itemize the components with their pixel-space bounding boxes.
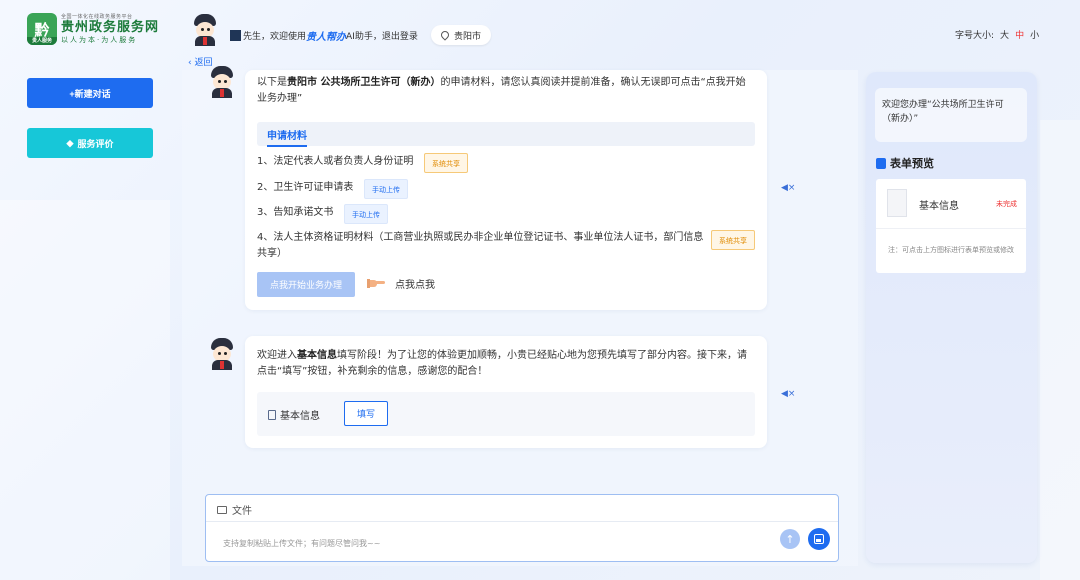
material-item: 2、卫生许可证申请表 <box>257 182 354 193</box>
arrow-up-icon: ↑ <box>785 532 795 546</box>
form-preview-item[interactable]: 基本信息 未完成 <box>876 179 1026 229</box>
logo-text: 全国一体化在线政务服务平台 贵州政务服务网 以人为本·为人服务 <box>61 13 159 45</box>
assistant-message: 以下是贵阳市 公共场所卫生许可（新办）的申请材料，请您认真阅读并提前准备，确认无… <box>245 70 767 310</box>
logo-slogan: 以人为本·为人服务 <box>61 36 138 44</box>
logo-title: 贵州政务服务网 <box>61 20 160 35</box>
chat-input[interactable]: 支持复制粘贴上传文件；有问题尽管问我~~ <box>223 538 380 549</box>
form-item-row: 基本信息 填写 <box>257 392 755 436</box>
form-item-name: 基本信息 <box>919 201 959 212</box>
document-thumbnail-icon <box>887 189 907 217</box>
assistant-avatar <box>191 14 219 46</box>
site-logo[interactable]: 黔 贵人服务 全国一体化在线政务服务平台 贵州政务服务网 以人为本·为人服务 <box>27 13 159 45</box>
pointing-hand-icon <box>367 279 385 288</box>
greeting-pre: 先生，欢迎使用 <box>243 32 307 42</box>
document-icon <box>268 409 276 420</box>
logo-emblem-strip: 贵人服务 <box>27 37 57 45</box>
click-me-label: 点我点我 <box>395 280 435 291</box>
file-upload-label: 文件 <box>232 506 252 517</box>
folder-icon <box>217 505 227 514</box>
material-item: 3、告知承诺文书 <box>257 207 334 218</box>
save-icon <box>814 534 824 544</box>
location-selector[interactable]: 贵阳市 <box>431 25 492 45</box>
form-item-label: 基本信息 <box>268 407 320 422</box>
material-tag: 手动上传 <box>364 179 408 199</box>
chevron-left-icon: ‹ <box>188 58 192 68</box>
assistant-avatar <box>208 66 236 98</box>
location-pin-icon <box>439 29 451 41</box>
font-size-medium[interactable]: 中 <box>1015 28 1024 41</box>
rating-icon: ◆ <box>66 137 74 148</box>
greeting-post[interactable]: AI助手，退出登录 <box>346 29 418 42</box>
form-preview-title: 表单预览 <box>876 155 934 171</box>
input-toolbar: 文件 <box>206 495 838 522</box>
assistant-avatar <box>208 338 236 370</box>
font-size-large[interactable]: 大 <box>1000 28 1009 41</box>
file-upload-button[interactable]: 文件 <box>217 502 252 517</box>
location-label: 贵阳市 <box>454 31 482 42</box>
logo-sub: 全国一体化在线政务服务平台 <box>61 14 133 20</box>
form-preview-hint: 注：可点击上方图标进行表单预览或修改 <box>888 246 1014 254</box>
message-text: 欢迎进入基本信息填写阶段！为了让您的体验更加顺畅，小贵已经贴心地为您预先填写了部… <box>257 350 747 377</box>
greeting: 先生，欢迎使用 贵人帮办 AI助手，退出登录 <box>230 28 418 43</box>
form-preview-icon <box>876 157 886 169</box>
message-intro: 以下是贵阳市 公共场所卫生许可（新办）的申请材料，请您认真阅读并提前准备，确认无… <box>257 77 746 104</box>
logo-emblem: 黔 贵人服务 <box>27 13 57 45</box>
material-tag: 系统共享 <box>711 230 755 250</box>
header: 黔 贵人服务 全国一体化在线政务服务平台 贵州政务服务网 以人为本·为人服务 先… <box>0 0 1080 70</box>
send-button[interactable]: ↑ <box>780 529 800 549</box>
service-rating-button[interactable]: ◆ 服务评价 <box>27 128 153 158</box>
notice-card: 欢迎您办理“公共场所卫生许可（新办）” <box>875 88 1027 142</box>
user-name-redacted <box>230 30 241 41</box>
background-decoration <box>1040 120 1080 580</box>
material-tag: 手动上传 <box>344 204 388 224</box>
font-size-label: 字号大小: <box>955 31 995 41</box>
material-item: 4、法人主体资格证明材料（工商营业执照或民办非企业单位登记证书、事业单位法人证书… <box>257 232 704 259</box>
fill-form-button[interactable]: 填写 <box>344 401 388 426</box>
brand-name: 贵人帮办 <box>306 32 347 43</box>
save-button[interactable] <box>808 528 830 550</box>
form-preview-panel: 欢迎您办理“公共场所卫生许可（新办）” 表单预览 基本信息 未完成 注：可点击上… <box>866 72 1037 563</box>
form-item-status: 未完成 <box>996 200 1017 208</box>
assistant-message: 欢迎进入基本信息填写阶段！为了让您的体验更加顺畅，小贵已经贴心地为您预先填写了部… <box>245 336 767 448</box>
form-preview-card: 基本信息 未完成 注：可点击上方图标进行表单预览或修改 <box>876 179 1026 273</box>
material-tag: 系统共享 <box>424 153 468 173</box>
start-business-button[interactable]: 点我开始业务办理 <box>257 272 355 297</box>
materials-section-header: 申请材料 <box>257 122 755 147</box>
font-size-control: 字号大小: 大 中 小 <box>955 28 1039 41</box>
speaker-mute-icon[interactable]: ◀× <box>781 183 795 193</box>
service-rating-label: 服务评价 <box>77 138 114 149</box>
new-chat-button[interactable]: +新建对话 <box>27 78 153 108</box>
material-item: 1、法定代表人或者负责人身份证明 <box>257 156 414 167</box>
chat-input-area: 文件 支持复制粘贴上传文件；有问题尽管问我~~ ↑ <box>205 494 839 562</box>
background-decoration <box>0 200 170 580</box>
speaker-mute-icon[interactable]: ◀× <box>781 389 795 399</box>
font-size-small[interactable]: 小 <box>1030 28 1039 41</box>
materials-section-title: 申请材料 <box>267 127 307 147</box>
